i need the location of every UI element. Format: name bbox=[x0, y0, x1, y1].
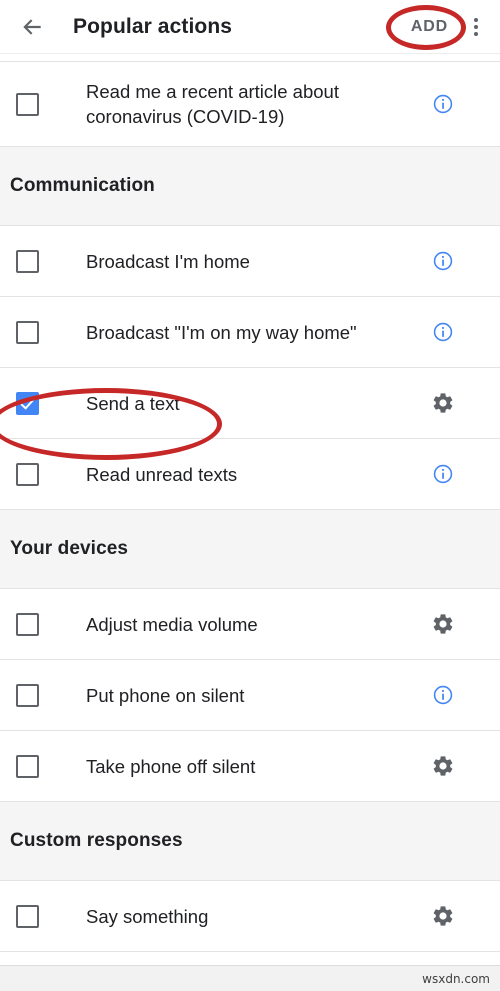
checkbox-unchecked[interactable] bbox=[16, 320, 39, 344]
gear-icon[interactable] bbox=[428, 751, 458, 781]
list-item-label: Send a text bbox=[86, 392, 180, 414]
list-item-label: Say something bbox=[86, 905, 209, 927]
list-item[interactable]: Broadcast "I'm on my way home" bbox=[0, 297, 500, 367]
list-item[interactable]: Take phone off silent bbox=[0, 731, 500, 801]
checkbox-unchecked[interactable] bbox=[16, 462, 39, 486]
section-header: Your devices bbox=[0, 510, 500, 588]
section-header: Communication bbox=[0, 147, 500, 225]
add-button[interactable]: ADD bbox=[403, 12, 456, 42]
checkbox-unchecked[interactable] bbox=[16, 249, 39, 273]
list-item-label: Put phone on silent bbox=[86, 684, 245, 706]
checkbox-unchecked[interactable] bbox=[16, 92, 39, 116]
dot bbox=[474, 17, 478, 22]
list-item-label: Adjust media volume bbox=[86, 613, 258, 635]
gear-icon[interactable] bbox=[428, 609, 458, 639]
actions-list: Read me a recent article about coronavir… bbox=[0, 62, 500, 952]
info-icon[interactable] bbox=[428, 459, 458, 489]
section-header-label: Communication bbox=[10, 175, 155, 196]
list-item-label: Take phone off silent bbox=[86, 755, 256, 777]
checkbox-unchecked[interactable] bbox=[16, 683, 39, 707]
divider bbox=[0, 951, 500, 952]
info-icon[interactable] bbox=[428, 246, 458, 276]
info-icon[interactable] bbox=[428, 317, 458, 347]
list-item[interactable]: Broadcast I'm home bbox=[0, 226, 500, 296]
list-item-label: Broadcast "I'm on my way home" bbox=[86, 321, 357, 343]
list-item[interactable]: Adjust media volume bbox=[0, 589, 500, 659]
section-header-label: Custom responses bbox=[10, 830, 183, 851]
list-item-label: Read me a recent article about coronavir… bbox=[86, 81, 339, 127]
list-item-label: Broadcast I'm home bbox=[86, 250, 250, 272]
list-item[interactable]: Say something bbox=[0, 881, 500, 951]
list-item[interactable]: Put phone on silent bbox=[0, 660, 500, 730]
gear-icon[interactable] bbox=[428, 388, 458, 418]
dot bbox=[474, 31, 478, 36]
list-item-label: Read unread texts bbox=[86, 463, 238, 485]
list-item[interactable]: Read unread texts bbox=[0, 439, 500, 509]
gear-icon[interactable] bbox=[428, 901, 458, 931]
page-title: Popular actions bbox=[73, 14, 233, 38]
info-icon[interactable] bbox=[428, 680, 458, 710]
section-header-label: Your devices bbox=[10, 538, 129, 559]
section-header: Custom responses bbox=[0, 802, 500, 880]
checkbox-unchecked[interactable] bbox=[16, 904, 39, 928]
arrow-back-icon bbox=[19, 14, 45, 40]
app-bar: Popular actions ADD bbox=[0, 0, 500, 53]
dot bbox=[474, 24, 478, 29]
checkbox-unchecked[interactable] bbox=[16, 612, 39, 636]
info-icon[interactable] bbox=[428, 89, 458, 119]
list-item[interactable]: Send a text bbox=[0, 368, 500, 438]
more-vert-icon[interactable] bbox=[462, 7, 490, 47]
back-button[interactable] bbox=[12, 7, 52, 47]
watermark: wsxdn.com bbox=[422, 971, 490, 986]
list-item[interactable]: Read me a recent article about coronavir… bbox=[0, 62, 500, 146]
checkbox-unchecked[interactable] bbox=[16, 754, 39, 778]
footer-bar: wsxdn.com bbox=[0, 965, 500, 991]
scroll-gap bbox=[0, 54, 500, 61]
checkbox-checked[interactable] bbox=[16, 391, 39, 415]
